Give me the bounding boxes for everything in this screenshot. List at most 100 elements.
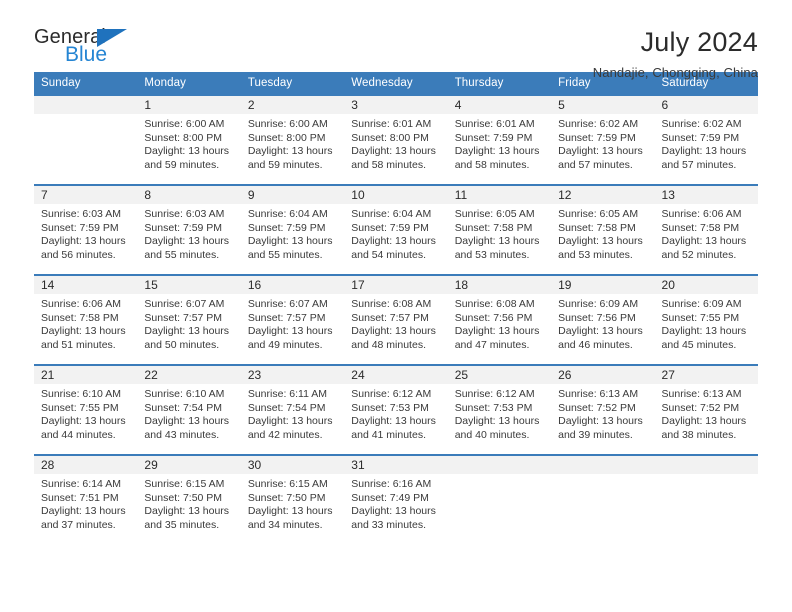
calendar-day-cell[interactable]: 24 Sunrise: 6:12 AM Sunset: 7:53 PM Dayligh… — [344, 364, 448, 455]
day-number: 18 — [447, 276, 552, 294]
calendar-day-cell[interactable]: 14 Sunrise: 6:06 AM Sunset: 7:58 PM Dayligh… — [34, 274, 138, 365]
general-blue-logo[interactable]: General Blue — [34, 26, 154, 72]
day-details: Sunrise: 6:14 AM Sunset: 7:51 PM Daylight:… — [34, 474, 137, 532]
sunrise-text: Sunrise: 6:02 AM — [661, 118, 742, 130]
calendar-day-cell[interactable]: 3 Sunrise: 6:01 AM Sunset: 8:00 PM Daylight… — [344, 94, 448, 185]
day-details: Sunrise: 6:11 AM Sunset: 7:54 PM Daylight:… — [241, 384, 344, 442]
sunset-text: Sunset: 7:56 PM — [454, 311, 533, 324]
calendar-day-cell[interactable]: 27 Sunrise: 6:13 AM Sunset: 7:52 PM Dayligh… — [654, 364, 758, 455]
daylight-text-line1: Daylight: 13 hours — [351, 325, 436, 338]
calendar-day-cell[interactable]: 11 Sunrise: 6:05 AM Sunset: 7:58 PM Dayligh… — [447, 184, 552, 275]
calendar-day-cell[interactable]: 7 Sunrise: 6:03 AM Sunset: 7:59 PM Daylight… — [34, 184, 138, 275]
daylight-text-line2: and 50 minutes. — [144, 338, 220, 351]
day-number — [447, 456, 552, 474]
day-details: Sunrise: 6:01 AM Sunset: 8:00 PM Daylight:… — [344, 114, 447, 172]
sunset-text: Sunset: 7:53 PM — [454, 401, 533, 414]
calendar-day-cell[interactable]: 31 Sunrise: 6:16 AM Sunset: 7:49 PM Dayligh… — [344, 454, 448, 545]
calendar-day-cell[interactable]: 4 Sunrise: 6:01 AM Sunset: 7:59 PM Daylight… — [447, 94, 552, 185]
sunset-text: Sunset: 7:58 PM — [454, 221, 533, 234]
calendar-day-cell[interactable]: 8 Sunrise: 6:03 AM Sunset: 7:59 PM Daylight… — [137, 184, 241, 275]
calendar-day-cell[interactable]: 10 Sunrise: 6:04 AM Sunset: 7:59 PM Dayligh… — [344, 184, 448, 275]
day-number: 28 — [34, 456, 138, 474]
day-number: 9 — [240, 186, 345, 204]
day-details: Sunrise: 6:16 AM Sunset: 7:49 PM Daylight:… — [344, 474, 447, 532]
calendar-day-cell[interactable]: 20 Sunrise: 6:09 AM Sunset: 7:55 PM Dayligh… — [654, 274, 758, 365]
sunset-text: Sunset: 7:54 PM — [247, 401, 326, 414]
daylight-text-line2: and 54 minutes. — [351, 248, 426, 261]
daylight-text-line1: Daylight: 13 hours — [351, 415, 436, 428]
sunrise-text: Sunrise: 6:06 AM — [661, 208, 742, 220]
sunset-text: Sunset: 7:59 PM — [41, 221, 119, 234]
day-number: 30 — [240, 456, 345, 474]
sunset-text: Sunset: 7:59 PM — [454, 131, 533, 144]
calendar-day-cell[interactable]: 23 Sunrise: 6:11 AM Sunset: 7:54 PM Dayligh… — [240, 364, 345, 455]
calendar-empty-cell — [447, 454, 552, 545]
calendar-day-cell[interactable]: 6 Sunrise: 6:02 AM Sunset: 7:59 PM Daylight… — [654, 94, 758, 185]
calendar-day-cell[interactable]: 26 Sunrise: 6:13 AM Sunset: 7:52 PM Dayligh… — [551, 364, 655, 455]
calendar-week-row: 21 Sunrise: 6:10 AM Sunset: 7:55 PM Dayligh… — [34, 364, 758, 455]
day-number: 1 — [137, 96, 241, 114]
daylight-text-line2: and 52 minutes. — [661, 248, 737, 261]
calendar-week-row: 1 Sunrise: 6:00 AM Sunset: 8:00 PM Daylight… — [34, 94, 758, 185]
day-details: Sunrise: 6:12 AM Sunset: 7:53 PM Daylight:… — [448, 384, 551, 442]
calendar-day-cell[interactable]: 1 Sunrise: 6:00 AM Sunset: 8:00 PM Daylight… — [137, 94, 241, 185]
daylight-text-line1: Daylight: 13 hours — [144, 505, 230, 518]
day-number: 29 — [137, 456, 241, 474]
day-details: Sunrise: 6:00 AM Sunset: 8:00 PM Daylight:… — [241, 114, 344, 172]
day-details: Sunrise: 6:07 AM Sunset: 7:57 PM Daylight:… — [241, 294, 344, 352]
daylight-text-line1: Daylight: 13 hours — [351, 505, 436, 518]
calendar-day-cell[interactable]: 19 Sunrise: 6:09 AM Sunset: 7:56 PM Dayligh… — [551, 274, 655, 365]
sunrise-text: Sunrise: 6:16 AM — [351, 478, 432, 490]
calendar-day-cell[interactable]: 18 Sunrise: 6:08 AM Sunset: 7:56 PM Dayligh… — [447, 274, 552, 365]
sunset-text: Sunset: 7:58 PM — [661, 221, 740, 234]
calendar-day-cell[interactable]: 29 Sunrise: 6:15 AM Sunset: 7:50 PM Dayligh… — [137, 454, 241, 545]
calendar-day-cell[interactable]: 16 Sunrise: 6:07 AM Sunset: 7:57 PM Dayligh… — [240, 274, 345, 365]
day-number — [551, 456, 655, 474]
day-details: Sunrise: 6:08 AM Sunset: 7:57 PM Daylight:… — [344, 294, 447, 352]
calendar-day-cell[interactable]: 13 Sunrise: 6:06 AM Sunset: 7:58 PM Dayligh… — [654, 184, 758, 275]
calendar-body: 1 Sunrise: 6:00 AM Sunset: 8:00 PM Daylight… — [34, 94, 758, 545]
calendar-day-cell[interactable]: 15 Sunrise: 6:07 AM Sunset: 7:57 PM Dayligh… — [137, 274, 241, 365]
daylight-text-line2: and 51 minutes. — [41, 338, 116, 351]
daylight-text-line2: and 34 minutes. — [247, 518, 323, 531]
calendar-week-row: 28 Sunrise: 6:14 AM Sunset: 7:51 PM Dayligh… — [34, 454, 758, 545]
sunrise-text: Sunrise: 6:03 AM — [41, 208, 121, 220]
calendar-day-cell[interactable]: 28 Sunrise: 6:14 AM Sunset: 7:51 PM Dayligh… — [34, 454, 138, 545]
calendar-day-cell[interactable]: 12 Sunrise: 6:05 AM Sunset: 7:58 PM Dayligh… — [551, 184, 655, 275]
sunset-text: Sunset: 7:50 PM — [144, 491, 223, 504]
sunset-text: Sunset: 8:00 PM — [144, 131, 223, 144]
daylight-text-line2: and 37 minutes. — [41, 518, 116, 531]
calendar-day-cell[interactable]: 5 Sunrise: 6:02 AM Sunset: 7:59 PM Daylight… — [551, 94, 655, 185]
day-number: 15 — [137, 276, 241, 294]
logo-text-blue: Blue — [65, 43, 108, 66]
calendar-day-cell[interactable]: 2 Sunrise: 6:00 AM Sunset: 8:00 PM Daylight… — [240, 94, 345, 185]
daylight-text-line1: Daylight: 13 hours — [247, 415, 333, 428]
daylight-text-line2: and 55 minutes. — [144, 248, 220, 261]
daylight-text-line1: Daylight: 13 hours — [41, 415, 126, 428]
daylight-text-line2: and 41 minutes. — [351, 428, 426, 441]
calendar-day-cell[interactable]: 25 Sunrise: 6:12 AM Sunset: 7:53 PM Dayligh… — [447, 364, 552, 455]
daylight-text-line2: and 47 minutes. — [454, 338, 530, 351]
daylight-text-line1: Daylight: 13 hours — [144, 415, 230, 428]
daylight-text-line1: Daylight: 13 hours — [454, 415, 540, 428]
sunset-text: Sunset: 7:59 PM — [351, 221, 429, 234]
calendar-day-cell[interactable]: 21 Sunrise: 6:10 AM Sunset: 7:55 PM Dayligh… — [34, 364, 138, 455]
day-number — [34, 96, 138, 114]
sunrise-text: Sunrise: 6:15 AM — [144, 478, 225, 490]
daylight-text-line1: Daylight: 13 hours — [144, 325, 230, 338]
day-details: Sunrise: 6:13 AM Sunset: 7:52 PM Daylight:… — [551, 384, 654, 442]
day-number: 27 — [654, 366, 758, 384]
calendar-day-cell[interactable]: 30 Sunrise: 6:15 AM Sunset: 7:50 PM Dayligh… — [240, 454, 345, 545]
calendar-day-cell[interactable]: 17 Sunrise: 6:08 AM Sunset: 7:57 PM Dayligh… — [344, 274, 448, 365]
sunset-text: Sunset: 8:00 PM — [247, 131, 326, 144]
sunset-text: Sunset: 7:57 PM — [247, 311, 326, 324]
day-details: Sunrise: 6:05 AM Sunset: 7:58 PM Daylight:… — [551, 204, 654, 262]
calendar-day-cell[interactable]: 22 Sunrise: 6:10 AM Sunset: 7:54 PM Dayligh… — [137, 364, 241, 455]
calendar-page: General Blue July 2024 Nandajie, Chongqi… — [0, 0, 792, 612]
daylight-text-line2: and 57 minutes. — [558, 158, 633, 171]
sunset-text: Sunset: 7:59 PM — [558, 131, 636, 144]
sunrise-text: Sunrise: 6:01 AM — [351, 118, 432, 130]
calendar-day-cell[interactable]: 9 Sunrise: 6:04 AM Sunset: 7:59 PM Daylight… — [240, 184, 345, 275]
daylight-text-line2: and 43 minutes. — [144, 428, 220, 441]
day-number: 23 — [240, 366, 345, 384]
